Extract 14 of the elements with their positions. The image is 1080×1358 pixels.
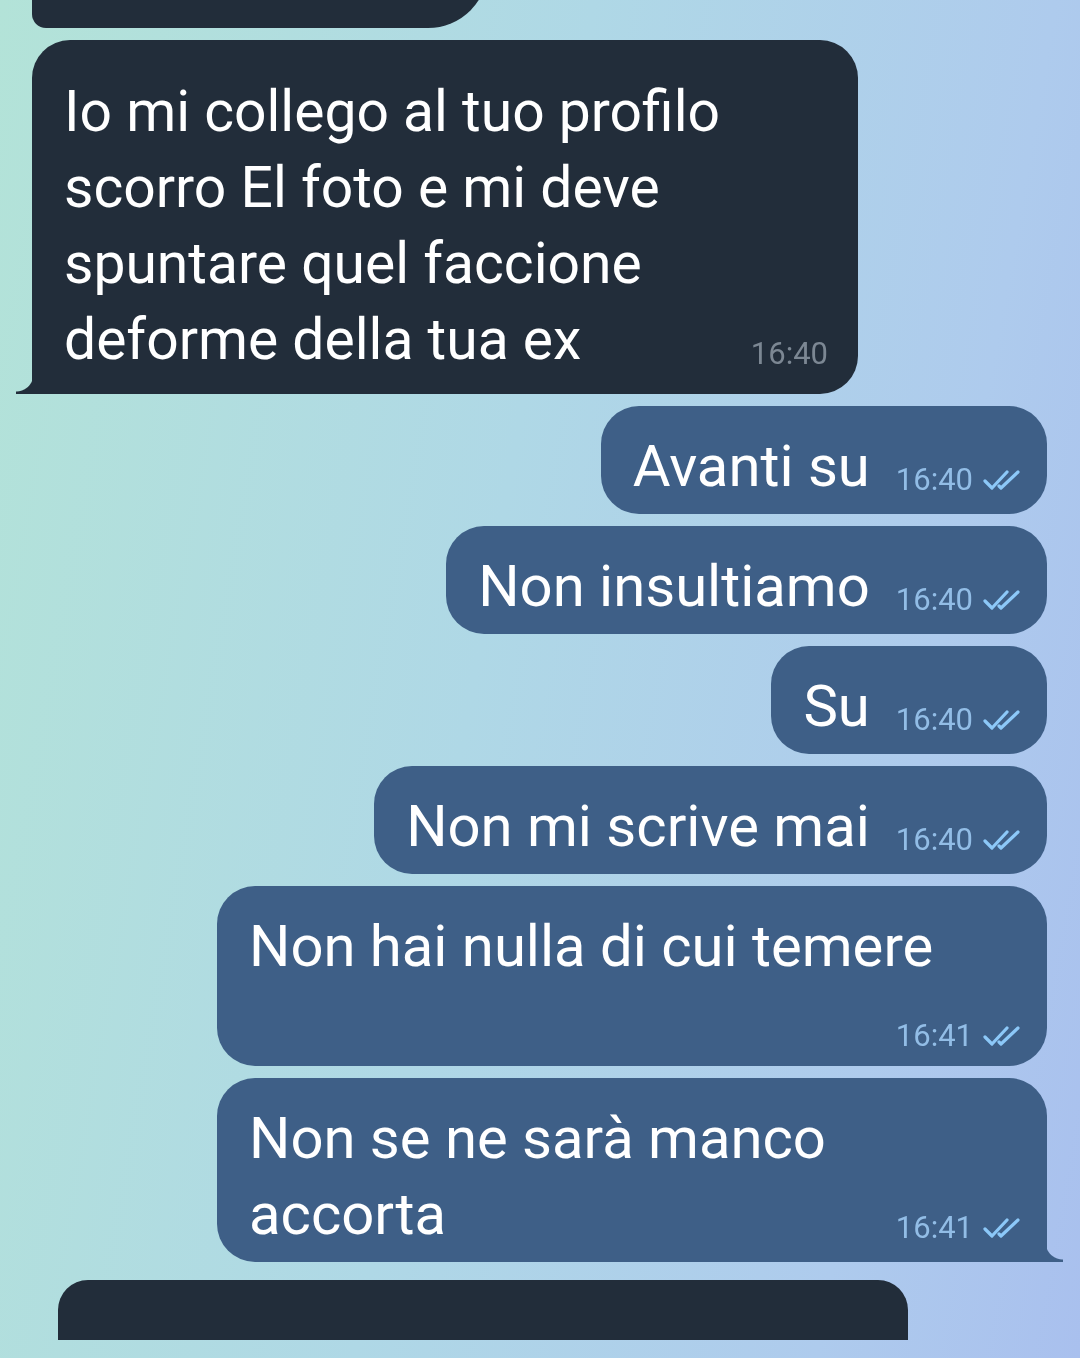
message-text: Non insultiamo (478, 552, 870, 620)
message-text: Non mi scrive mai (406, 792, 870, 860)
message-time: 16:40 (895, 460, 973, 500)
message-text: Non se ne sarà manco accorta (249, 1104, 826, 1248)
message-text: Su (803, 672, 870, 740)
message-text: Io mi collego al tuo profilo scorro El foto e mi deve spuntare quel faccione deforme della tua ex (64, 78, 721, 373)
message-text: Avanti su (632, 432, 870, 500)
message-time: 16:40 (750, 334, 828, 374)
message-time: 16:40 (895, 820, 973, 860)
message-time: 16:40 (895, 700, 973, 740)
message-time: 16:40 (895, 580, 973, 620)
message-text: Non hai nulla di cui temere (249, 912, 934, 980)
message-time: 16:41 (895, 1016, 973, 1056)
message-time: 16:41 (895, 1208, 973, 1248)
